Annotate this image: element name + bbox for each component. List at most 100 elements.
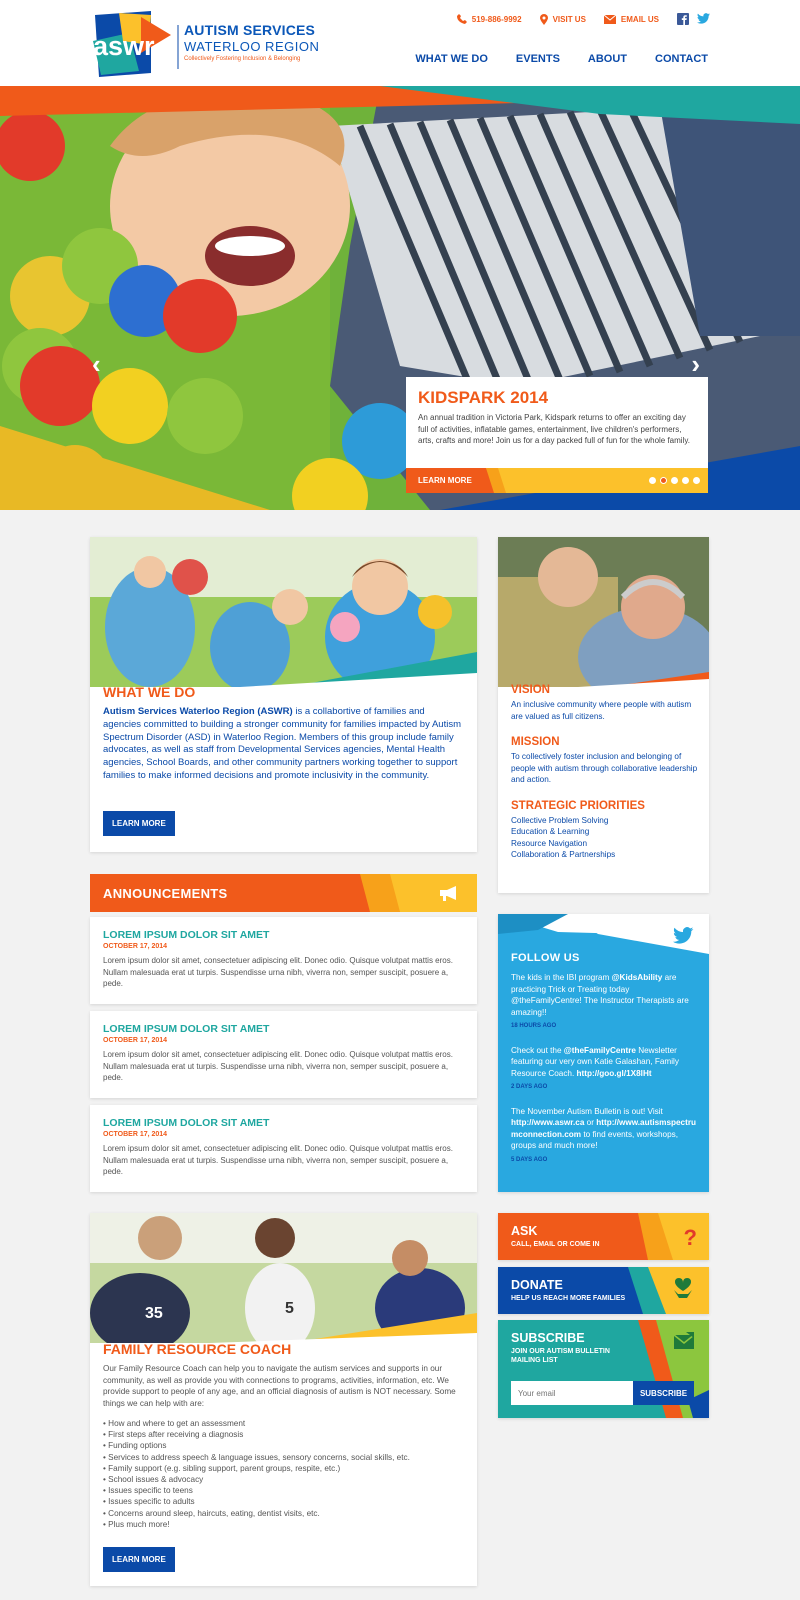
twitter-feed: FOLLOW US The kids in the IBI program @K… — [498, 914, 709, 1192]
frc-list-item: Concerns around sleep, haircuts, eating,… — [103, 1508, 465, 1519]
priority-item: Collective Problem Solving — [511, 815, 609, 825]
tweet: Check out the @theFamilyCentre Newslette… — [511, 1045, 701, 1094]
frc-list-item: Services to address speech & language is… — [103, 1452, 465, 1463]
nav-what-we-do[interactable]: WHAT WE DO — [415, 53, 488, 65]
kids-hands-photo — [90, 537, 477, 692]
frc-list-item: Funding options — [103, 1440, 465, 1451]
slide-dot-2[interactable] — [660, 477, 667, 484]
priority-item: Collaboration & Partnerships — [511, 850, 616, 859]
subscribe-button[interactable]: SUBSCRIBE — [633, 1381, 694, 1405]
priority-item: Resource Navigation — [511, 838, 588, 848]
hero-learn-more[interactable]: LEARN MORE — [418, 476, 472, 485]
tweet: The kids in the IBI program @KidsAbility… — [511, 972, 701, 1033]
slide-dot-5[interactable] — [693, 477, 700, 484]
brand-name-2: WATERLOO REGION — [184, 39, 320, 54]
hero-next-arrow[interactable]: › — [691, 349, 700, 380]
visit-link[interactable]: VISIT US — [539, 13, 586, 25]
nav-about[interactable]: ABOUT — [588, 53, 627, 65]
tweet-link[interactable]: http://goo.gl/1X8lHt — [577, 1069, 652, 1078]
hero-prev-arrow[interactable]: ‹ — [92, 349, 101, 380]
announcement-title[interactable]: LOREM IPSUM DOLOR SIT AMET — [103, 1023, 464, 1035]
twitter-feed-body: FOLLOW US The kids in the IBI program @K… — [511, 952, 701, 1166]
question-icon: ? — [683, 1225, 697, 1250]
priorities-list: Collective Problem Solving Education & L… — [511, 815, 701, 861]
tweet-mention[interactable]: @theFamilyCentre — [564, 1046, 636, 1055]
ask-panel[interactable]: ASK CALL, EMAIL OR COME IN ? — [498, 1213, 709, 1260]
donate-subtitle: HELP US REACH MORE FAMILIES — [511, 1295, 626, 1302]
svg-text:5: 5 — [285, 1300, 294, 1317]
ask-subtitle: CALL, EMAIL OR COME IN — [511, 1241, 600, 1248]
frc-learn-more[interactable]: LEARN MORE — [103, 1547, 175, 1572]
subscribe-title: SUBSCRIBE — [511, 1331, 585, 1345]
tweet-text: The kids in the IBI program — [511, 973, 612, 982]
map-pin-icon — [539, 13, 548, 25]
twitter-icon[interactable] — [697, 13, 710, 24]
what-we-do-desc: is a collabortive of families and agenci… — [103, 706, 461, 781]
soccer-kids-photo: 35 5 — [90, 1213, 477, 1353]
announcement-date: OCTOBER 17, 2014 — [103, 1131, 168, 1138]
facebook-icon[interactable] — [677, 13, 689, 25]
frc-title: FAMILY RESOURCE COACH — [103, 1341, 292, 1357]
hero-card-footer: LEARN MORE — [406, 468, 708, 493]
tweet-text: The November Autism Bulletin is out! Vis… — [511, 1106, 663, 1116]
announcement-item[interactable]: LOREM IPSUM DOLOR SIT AMET OCTOBER 17, 2… — [90, 1011, 477, 1098]
frc-list-item: Issues specific to adults — [103, 1496, 465, 1507]
what-we-do-title: WHAT WE DO — [103, 684, 196, 700]
tweet-time: 2 DAYS AGO — [511, 1084, 548, 1090]
priorities-title: STRATEGIC PRIORITIES — [511, 799, 645, 812]
subscribe-panel: SUBSCRIBE JOIN OUR AUTISM BULLETIN MAILI… — [498, 1320, 709, 1418]
tweet: The November Autism Bulletin is out! Vis… — [511, 1106, 701, 1167]
mission-text: To collectively foster inclusion and bel… — [511, 752, 698, 784]
brand-tagline: Collectively Fostering Inclusion & Belon… — [184, 56, 301, 62]
contact-bar: 519-886-9992 VISIT US EMAIL US — [456, 11, 710, 27]
slide-dot-4[interactable] — [682, 477, 689, 484]
announcement-text: Lorem ipsum dolor sit amet, consectetuer… — [103, 956, 453, 988]
logo-text: AUTISM SERVICES WATERLOO REGION Collecti… — [184, 22, 319, 62]
hero-text: An annual tradition in Victoria Park, Ki… — [418, 413, 690, 445]
tweet-mention[interactable]: @KidsAbility — [612, 973, 663, 982]
email-link[interactable]: EMAIL US — [603, 14, 659, 24]
announcements-header: ANNOUNCEMENTS — [90, 874, 477, 912]
announcement-item[interactable]: LOREM IPSUM DOLOR SIT AMET OCTOBER 17, 2… — [90, 1105, 477, 1192]
frc-list-item: School issues & advocacy — [103, 1474, 465, 1485]
ask-title: ASK — [511, 1224, 538, 1238]
donate-panel[interactable]: DONATE HELP US REACH MORE FAMILIES — [498, 1267, 709, 1314]
frc-text: Our Family Resource Coach can help you t… — [103, 1364, 456, 1408]
priority-item: Education & Learning — [511, 827, 590, 836]
main-nav: WHAT WE DO EVENTS ABOUT CONTACT — [415, 53, 708, 65]
frc-list-item: How and where to get an assessment — [103, 1418, 465, 1429]
logo-mark: aswr — [93, 31, 155, 61]
tweet-link[interactable]: http://www.aswr.ca — [511, 1118, 584, 1127]
announcement-title[interactable]: LOREM IPSUM DOLOR SIT AMET — [103, 1117, 464, 1129]
announcement-text: Lorem ipsum dolor sit amet, consectetuer… — [103, 1144, 453, 1176]
elders-photo — [498, 537, 709, 707]
envelope-icon — [603, 14, 616, 24]
svg-text:35: 35 — [145, 1305, 163, 1322]
announcement-text: Lorem ipsum dolor sit amet, consectetuer… — [103, 1050, 453, 1082]
what-we-do-card: WHAT WE DO Autism Services Waterloo Regi… — [90, 537, 477, 852]
visit-label: VISIT US — [552, 14, 586, 24]
vision-text: An inclusive community where people with… — [511, 700, 692, 721]
social-links — [677, 13, 710, 25]
what-we-do-learn-more[interactable]: LEARN MORE — [103, 811, 175, 836]
announcement-title[interactable]: LOREM IPSUM DOLOR SIT AMET — [103, 929, 464, 941]
tweet-time: 18 HOURS AGO — [511, 1023, 557, 1029]
phone-number: 519-886-9992 — [471, 14, 522, 24]
follow-title: FOLLOW US — [511, 952, 580, 964]
nav-contact[interactable]: CONTACT — [655, 53, 708, 65]
tweet-text: or — [584, 1118, 597, 1127]
donate-title: DONATE — [511, 1278, 563, 1292]
brand-name-1: AUTISM SERVICES — [184, 22, 316, 38]
slide-dot-3[interactable] — [671, 477, 678, 484]
tweet-text: Check out the — [511, 1045, 564, 1055]
phone-link[interactable]: 519-886-9992 — [456, 14, 522, 24]
announcement-item[interactable]: LOREM IPSUM DOLOR SIT AMET OCTOBER 17, 2… — [90, 917, 477, 1004]
nav-events[interactable]: EVENTS — [516, 53, 560, 65]
frc-list-item: First steps after receiving a diagnosis — [103, 1429, 465, 1440]
frc-list-item: Family support (e.g. sibling support, pa… — [103, 1463, 465, 1474]
frc-body: FAMILY RESOURCE COACH Our Family Resourc… — [103, 1341, 465, 1530]
what-we-do-body: WHAT WE DO Autism Services Waterloo Regi… — [103, 684, 465, 783]
announcement-date: OCTOBER 17, 2014 — [103, 943, 168, 950]
slide-dot-1[interactable] — [649, 477, 656, 484]
subscribe-email-input[interactable] — [511, 1381, 633, 1405]
